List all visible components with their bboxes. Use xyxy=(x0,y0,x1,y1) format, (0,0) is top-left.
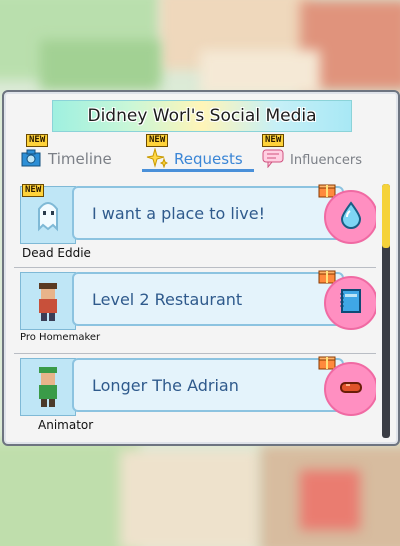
sparkle-icon xyxy=(146,148,168,168)
avatar xyxy=(20,272,76,330)
new-tag: NEW xyxy=(22,184,45,197)
speech-bubble-icon xyxy=(262,148,284,168)
tab-influencers[interactable]: NEW Influencers xyxy=(262,134,388,172)
request-text: Longer The Adrian xyxy=(92,375,239,395)
social-media-panel: Didney Worl's Social Media NEW Timeline … xyxy=(2,90,400,446)
scrollbar[interactable] xyxy=(382,184,390,438)
new-tag: NEW xyxy=(262,134,285,147)
request-row[interactable]: NEW ✦ I want a place to live! Dead Eddie xyxy=(14,182,376,268)
request-text: I want a place to live! xyxy=(92,203,265,223)
tab-label: Timeline xyxy=(48,150,112,168)
request-bubble[interactable]: Longer The Adrian xyxy=(72,358,344,412)
notebook-icon xyxy=(339,288,363,318)
water-drop-icon xyxy=(338,201,364,233)
requester-name: Animator xyxy=(38,418,94,432)
reward-badge[interactable] xyxy=(324,190,376,244)
request-row[interactable]: ✦ Level 2 Restaurant Pro Homemaker xyxy=(14,268,376,354)
request-text: Level 2 Restaurant xyxy=(92,289,243,309)
reward-badge[interactable] xyxy=(324,362,376,416)
tab-label: Influencers xyxy=(290,153,363,168)
requester-name: Dead Eddie xyxy=(22,246,91,260)
reward-badge[interactable] xyxy=(324,276,376,330)
new-tag: NEW xyxy=(146,134,169,147)
tab-requests[interactable]: NEW Requests xyxy=(142,134,254,172)
avatar xyxy=(20,358,76,416)
request-row[interactable]: ✦ Longer The Adrian Animator xyxy=(14,354,376,440)
requester-name: Pro Homemaker xyxy=(20,332,101,343)
scrollbar-thumb[interactable] xyxy=(382,184,390,248)
request-bubble[interactable]: I want a place to live! xyxy=(72,186,344,240)
tab-label: Requests xyxy=(174,150,243,168)
request-bubble[interactable]: Level 2 Restaurant xyxy=(72,272,344,326)
panel-title: Didney Worl's Social Media xyxy=(52,100,352,132)
tab-timeline[interactable]: NEW Timeline xyxy=(20,134,138,172)
new-tag: NEW xyxy=(26,134,49,147)
sausage-icon xyxy=(338,378,364,400)
tab-bar: NEW Timeline NEW Requests NEW Influencer… xyxy=(14,134,388,172)
request-list: NEW ✦ I want a place to live! Dead Eddie… xyxy=(14,182,376,440)
camera-icon xyxy=(20,148,42,168)
